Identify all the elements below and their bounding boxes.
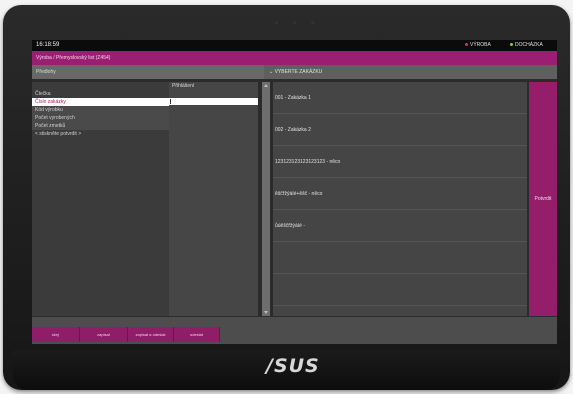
scroll-down-icon[interactable] (264, 311, 268, 314)
hide-button[interactable]: skrý (32, 327, 80, 342)
order-option-empty[interactable] (273, 242, 527, 274)
top-status-bar: 16:18:59 VÝROBA DOCHÁZKA (32, 40, 557, 51)
breadcrumb[interactable]: Výroba / Přemyslovský list (Z454) (32, 51, 557, 65)
field-item[interactable]: < stiskněte potvrdit > (32, 130, 169, 138)
value-column-title: Přihlášení (172, 83, 195, 89)
right-panel-header: ⌄ VYBERTE ZAKÁZKU (264, 65, 557, 79)
brand-logo: /SUS (266, 355, 320, 377)
value-input[interactable] (169, 98, 258, 105)
value-column (169, 82, 258, 316)
chevron-down-icon: ⌄ (269, 69, 274, 75)
status-vyroba[interactable]: VÝROBA (465, 40, 491, 51)
order-option[interactable]: ůúěščřžýáíé - (273, 210, 527, 242)
status-label: DOCHÁZKA (515, 42, 543, 48)
confirm-button[interactable]: Potvrdit (529, 82, 557, 316)
scrollbar[interactable] (262, 82, 270, 316)
status-dot-icon (465, 43, 468, 47)
field-item[interactable]: Kód výrobku (32, 106, 169, 114)
status-label: VÝROBA (470, 42, 491, 48)
scroll-up-icon[interactable] (264, 84, 268, 87)
sensor (311, 21, 314, 24)
left-panel-header: Předlohy (32, 65, 264, 79)
webcam (275, 21, 278, 24)
text-cursor (170, 99, 171, 104)
bottom-action-bar: skrý zapisat zapisat a odeslat odeslat (32, 317, 557, 344)
write-and-send-button[interactable]: zapisat a odeslat (128, 327, 174, 342)
clock: 16:18:59 (36, 42, 60, 48)
order-list: 001 - Zakázka 1 002 - Zakázka 2 12312312… (273, 82, 527, 316)
order-option[interactable]: 002 - Zakázka 2 (273, 114, 527, 146)
field-item[interactable]: Počet vyrobených (32, 114, 169, 122)
right-panel-title: VYBERTE ZAKÁZKU (274, 69, 323, 75)
field-item[interactable]: Čtečka (32, 90, 169, 98)
sensor (293, 21, 296, 24)
field-list: Čtečka Číslo zakázky Kód výrobku Počet v… (32, 82, 169, 316)
status-dot-icon (510, 43, 513, 47)
write-button[interactable]: zapisat (80, 327, 128, 342)
field-item-selected[interactable]: Číslo zakázky (32, 98, 169, 106)
order-option[interactable]: 001 - Zakázka 1 (273, 82, 527, 114)
order-option[interactable]: 123123123123123123 - něco (273, 146, 527, 178)
order-option[interactable]: ěščřžýáíé+ěšč - něco (273, 178, 527, 210)
screen: 16:18:59 VÝROBA DOCHÁZKA Výroba / Přemys… (32, 40, 557, 344)
send-button[interactable]: odeslat (174, 327, 220, 342)
field-item[interactable]: Počet zmetků (32, 122, 169, 130)
status-dochazka[interactable]: DOCHÁZKA (510, 40, 543, 51)
order-option-empty[interactable] (273, 274, 527, 306)
